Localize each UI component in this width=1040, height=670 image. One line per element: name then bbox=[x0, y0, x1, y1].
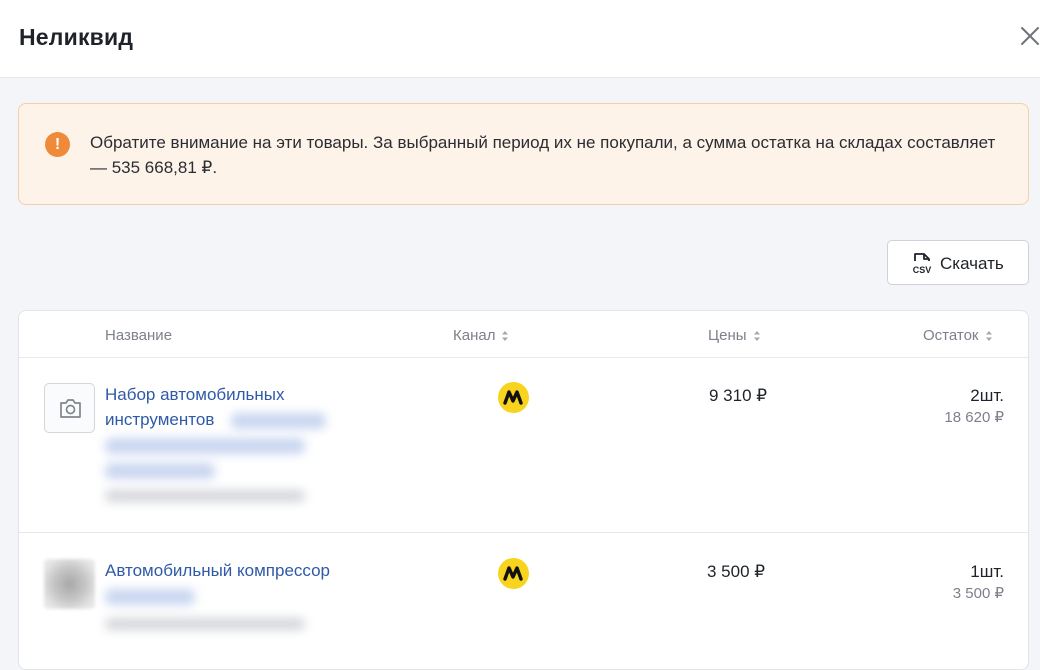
blurred-sku bbox=[231, 413, 326, 429]
blurred-meta bbox=[105, 490, 305, 502]
sort-icon bbox=[502, 330, 509, 341]
close-icon bbox=[1021, 27, 1039, 45]
product-price: 3 500 ₽ bbox=[707, 562, 766, 581]
header-divider bbox=[19, 357, 1028, 358]
blurred-sku bbox=[105, 438, 305, 454]
stock-sum: 18 620 ₽ bbox=[944, 409, 1004, 426]
stock-quantity: 1шт. bbox=[970, 562, 1004, 581]
stock-sum: 3 500 ₽ bbox=[952, 585, 1004, 602]
modal-header: Неликвид bbox=[0, 0, 1040, 78]
svg-text:CSV: CSV bbox=[913, 265, 932, 275]
close-button[interactable] bbox=[1016, 22, 1040, 50]
blurred-sku bbox=[105, 463, 215, 479]
blurred-sku bbox=[105, 589, 195, 605]
stock-quantity: 2шт. bbox=[970, 386, 1004, 405]
yandex-market-icon bbox=[498, 558, 529, 589]
download-label: Скачать bbox=[940, 254, 1004, 273]
column-header-channel[interactable]: Канал bbox=[453, 327, 509, 344]
camera-icon bbox=[60, 399, 81, 418]
warning-icon: ! bbox=[45, 132, 70, 157]
column-header-name[interactable]: Название bbox=[105, 327, 172, 344]
modal-title: Неликвид bbox=[19, 24, 134, 50]
alert-message: Обратите внимание на эти товары. За выбр… bbox=[90, 133, 996, 177]
yandex-market-icon bbox=[498, 382, 529, 413]
product-price: 9 310 ₽ bbox=[709, 386, 768, 405]
product-thumbnail[interactable] bbox=[44, 559, 95, 609]
product-thumbnail-placeholder[interactable] bbox=[44, 383, 95, 433]
product-name-link[interactable]: Автомобильный компрессор bbox=[105, 558, 330, 583]
csv-file-icon: CSV bbox=[913, 253, 932, 275]
sort-icon bbox=[753, 330, 760, 341]
warning-alert: ! Обратите внимание на эти товары. За вы… bbox=[18, 103, 1029, 205]
blurred-meta bbox=[105, 618, 305, 630]
products-table: Название Канал Цены Остаток Набор автомо… bbox=[18, 310, 1029, 670]
sort-icon bbox=[985, 330, 992, 341]
column-header-stock[interactable]: Остаток bbox=[923, 327, 993, 344]
row-divider bbox=[19, 532, 1028, 533]
download-csv-button[interactable]: CSV Скачать bbox=[887, 240, 1029, 285]
column-header-price[interactable]: Цены bbox=[708, 327, 761, 344]
